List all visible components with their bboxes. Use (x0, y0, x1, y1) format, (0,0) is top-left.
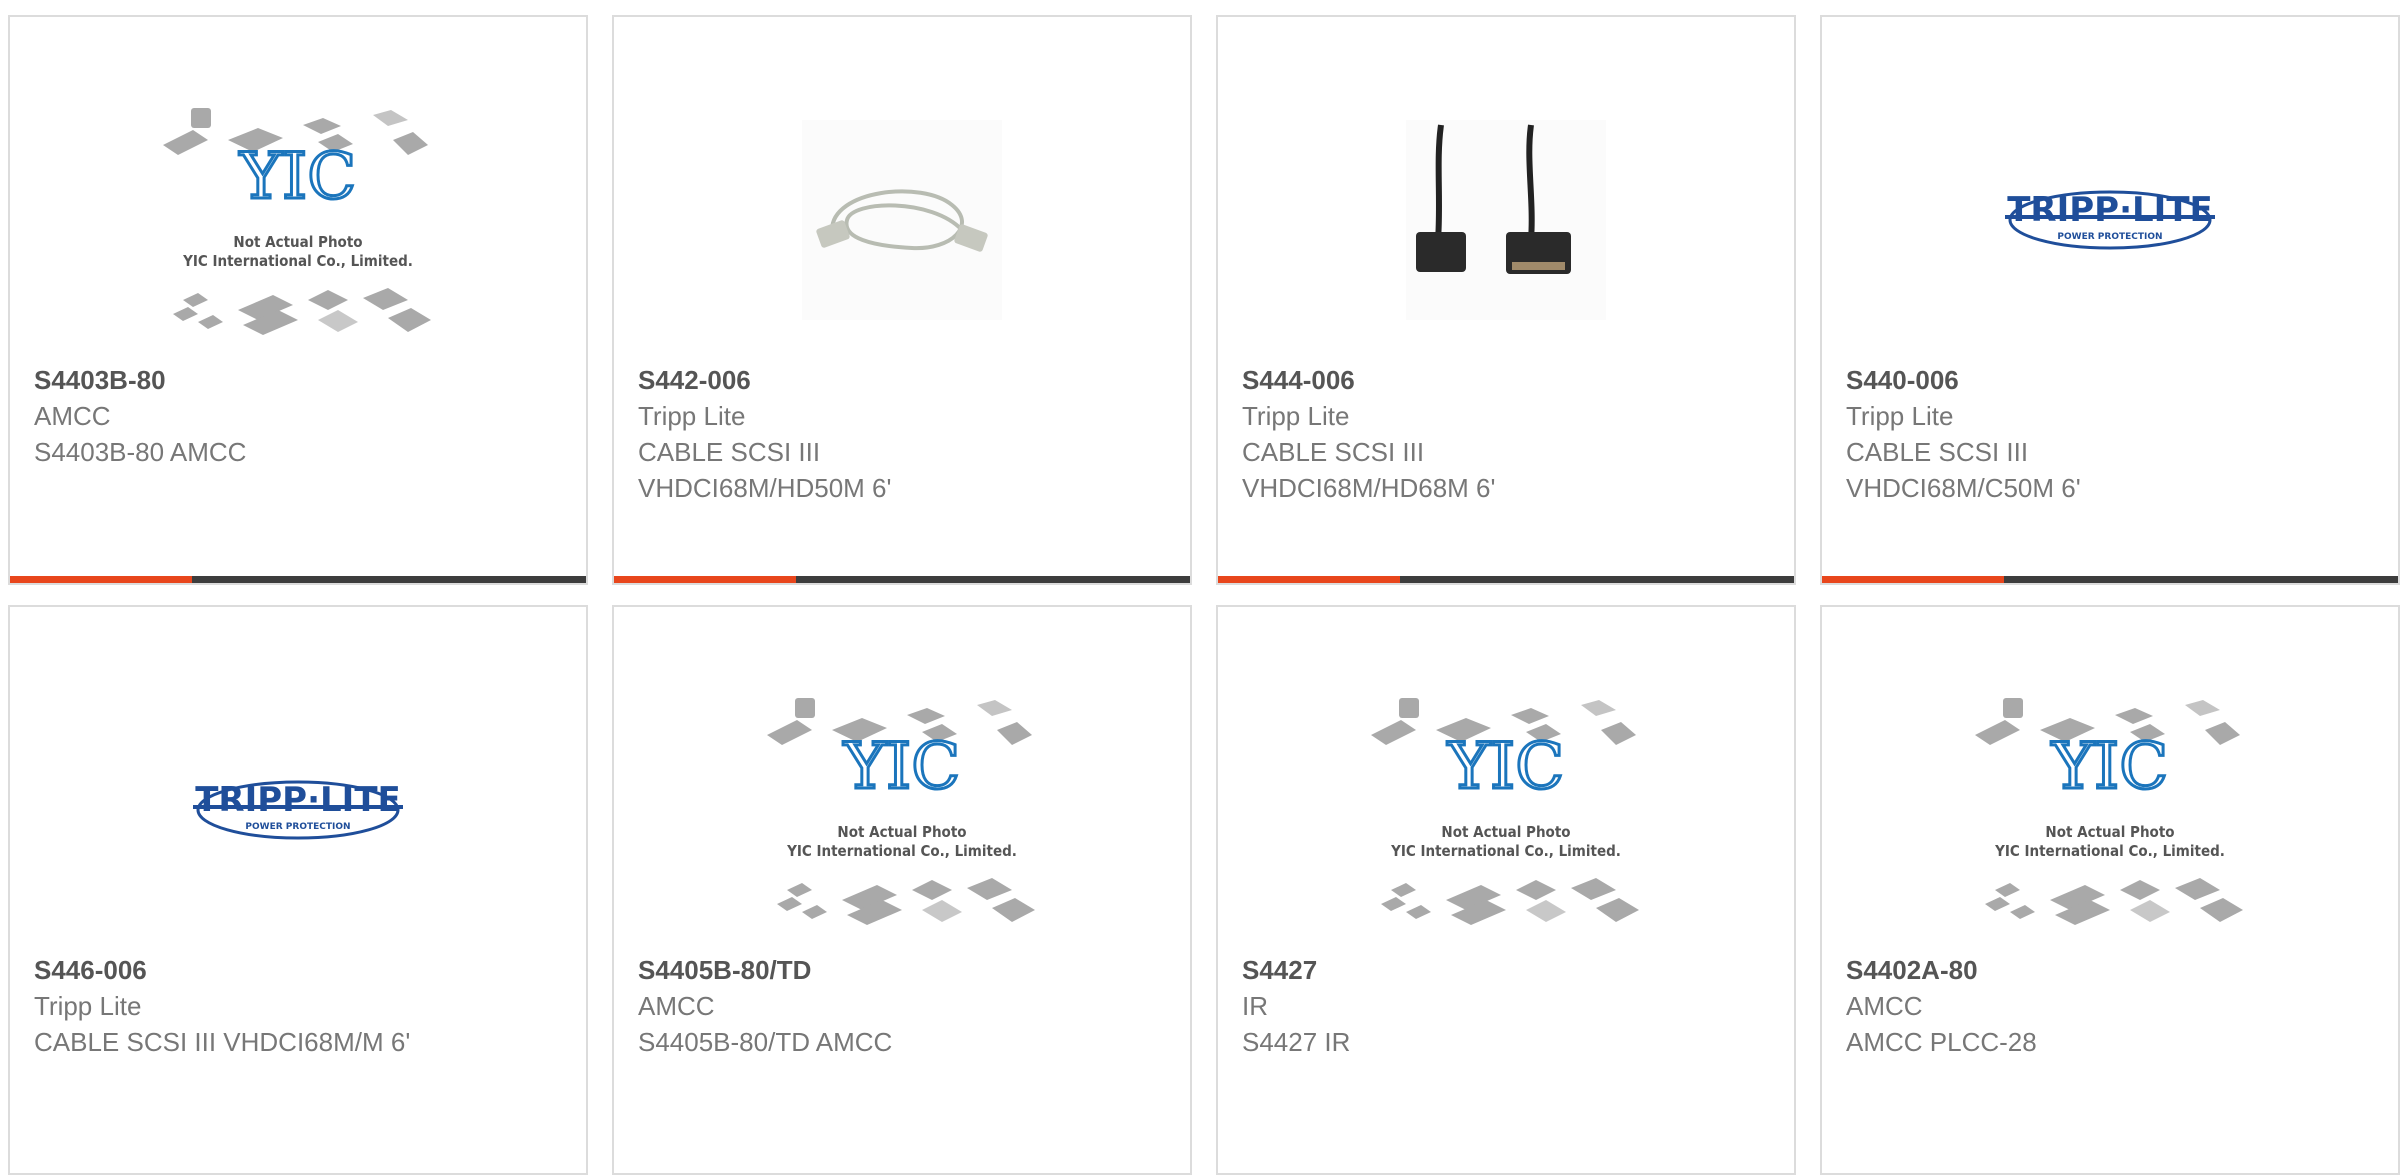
placeholder-line2: YIC International Co., Limited. (182, 252, 413, 270)
placeholder-line2: YIC International Co., Limited. (786, 842, 1017, 860)
card-bottom-bar (1218, 576, 1794, 583)
description: CABLE SCSI III VHDCI68M/HD68M 6' (1242, 437, 1496, 503)
card-accent (10, 576, 192, 583)
product-image[interactable]: YIC Not Actual Photo YIC International C… (614, 667, 1190, 952)
card-accent (614, 576, 796, 583)
placeholder-line1: Not Actual Photo (2045, 823, 2174, 841)
product-image[interactable]: TRIPP·LITE POWER PROTECTION (1822, 77, 2398, 362)
product-card[interactable]: YIC Not Actual Photo YIC International C… (612, 605, 1192, 1175)
product-info: S4405B-80/TD AMCC S4405B-80/TD AMCC (638, 952, 1170, 1060)
part-number[interactable]: S446-006 (34, 952, 566, 988)
product-info: S440-006 Tripp Lite CABLE SCSI III VHDCI… (1846, 362, 2378, 506)
tripp-lite-logo: TRIPP·LITE POWER PROTECTION (193, 780, 403, 839)
manufacturer: IR (1242, 991, 1268, 1021)
yic-brand: YIC (239, 140, 357, 214)
product-card[interactable]: TRIPP·LITE POWER PROTECTION S446-006 Tri… (8, 605, 588, 1175)
yic-placeholder-icon: YIC Not Actual Photo YIC International C… (163, 107, 431, 335)
card-accent (1822, 576, 2004, 583)
yic-placeholder-icon: YIC Not Actual Photo YIC International C… (1975, 697, 2243, 925)
yic-brand: YIC (1447, 730, 1565, 804)
product-card[interactable]: YIC Not Actual Photo YIC International C… (1216, 605, 1796, 1175)
placeholder-line2: YIC International Co., Limited. (1390, 842, 1621, 860)
card-bottom-bar (614, 576, 1190, 583)
tripp-tagline: POWER PROTECTION (245, 822, 350, 832)
tripp-tagline: POWER PROTECTION (2057, 232, 2162, 242)
product-image[interactable] (614, 77, 1190, 362)
part-number[interactable]: S442-006 (638, 362, 1170, 398)
manufacturer: Tripp Lite (1846, 401, 1954, 431)
product-card[interactable]: YIC Not Actual Photo YIC International C… (8, 15, 588, 585)
tripp-brand: TRIPP·LITE (2007, 190, 2213, 230)
product-grid: YIC Not Actual Photo YIC International C… (8, 15, 2400, 1175)
product-image[interactable]: TRIPP·LITE POWER PROTECTION (10, 667, 586, 952)
tripp-lite-logo: TRIPP·LITE POWER PROTECTION (2005, 190, 2215, 249)
description: S4403B-80 AMCC (34, 437, 247, 467)
description: S4427 IR (1242, 1027, 1351, 1057)
yic-placeholder-icon: YIC Not Actual Photo YIC International C… (1371, 697, 1639, 925)
part-number[interactable]: S4427 (1242, 952, 1774, 988)
product-card[interactable]: S442-006 Tripp Lite CABLE SCSI III VHDCI… (612, 15, 1192, 585)
product-info: S446-006 Tripp Lite CABLE SCSI III VHDCI… (34, 952, 566, 1060)
manufacturer: Tripp Lite (638, 401, 746, 431)
product-info: S4427 IR S4427 IR (1242, 952, 1774, 1060)
placeholder-line2: YIC International Co., Limited. (1994, 842, 2225, 860)
product-info: S4402A-80 AMCC AMCC PLCC-28 (1846, 952, 2378, 1060)
black-cable-icon (1406, 119, 1606, 320)
card-accent (1218, 576, 1400, 583)
part-number[interactable]: S440-006 (1846, 362, 2378, 398)
yic-brand: YIC (843, 730, 961, 804)
manufacturer: Tripp Lite (1242, 401, 1350, 431)
description: CABLE SCSI III VHDCI68M/C50M 6' (1846, 437, 2081, 503)
product-card[interactable]: S444-006 Tripp Lite CABLE SCSI III VHDCI… (1216, 15, 1796, 585)
manufacturer: AMCC (34, 401, 111, 431)
part-number[interactable]: S4405B-80/TD (638, 952, 1170, 988)
description: AMCC PLCC-28 (1846, 1027, 2037, 1057)
placeholder-line1: Not Actual Photo (233, 233, 362, 251)
description: CABLE SCSI III VHDCI68M/HD50M 6' (638, 437, 892, 503)
product-info: S442-006 Tripp Lite CABLE SCSI III VHDCI… (638, 362, 1170, 506)
product-info: S4403B-80 AMCC S4403B-80 AMCC (34, 362, 566, 470)
part-number[interactable]: S4403B-80 (34, 362, 566, 398)
yic-placeholder-icon: YIC Not Actual Photo YIC International C… (767, 697, 1035, 925)
part-number[interactable]: S444-006 (1242, 362, 1774, 398)
product-image[interactable]: YIC Not Actual Photo YIC International C… (10, 77, 586, 362)
manufacturer: AMCC (638, 991, 715, 1021)
description: S4405B-80/TD AMCC (638, 1027, 893, 1057)
product-image[interactable]: YIC Not Actual Photo YIC International C… (1822, 667, 2398, 952)
part-number[interactable]: S4402A-80 (1846, 952, 2378, 988)
product-image[interactable] (1218, 77, 1794, 362)
gray-cable-icon (802, 119, 1002, 320)
description: CABLE SCSI III VHDCI68M/M 6' (34, 1027, 411, 1057)
product-card[interactable]: TRIPP·LITE POWER PROTECTION S440-006 Tri… (1820, 15, 2400, 585)
manufacturer: Tripp Lite (34, 991, 142, 1021)
product-image[interactable]: YIC Not Actual Photo YIC International C… (1218, 667, 1794, 952)
manufacturer: AMCC (1846, 991, 1923, 1021)
product-info: S444-006 Tripp Lite CABLE SCSI III VHDCI… (1242, 362, 1774, 506)
placeholder-line1: Not Actual Photo (837, 823, 966, 841)
placeholder-line1: Not Actual Photo (1441, 823, 1570, 841)
tripp-brand: TRIPP·LITE (195, 780, 401, 820)
card-bottom-bar (1822, 576, 2398, 583)
yic-brand: YIC (2051, 730, 2169, 804)
card-bottom-bar (10, 576, 586, 583)
product-card[interactable]: YIC Not Actual Photo YIC International C… (1820, 605, 2400, 1175)
